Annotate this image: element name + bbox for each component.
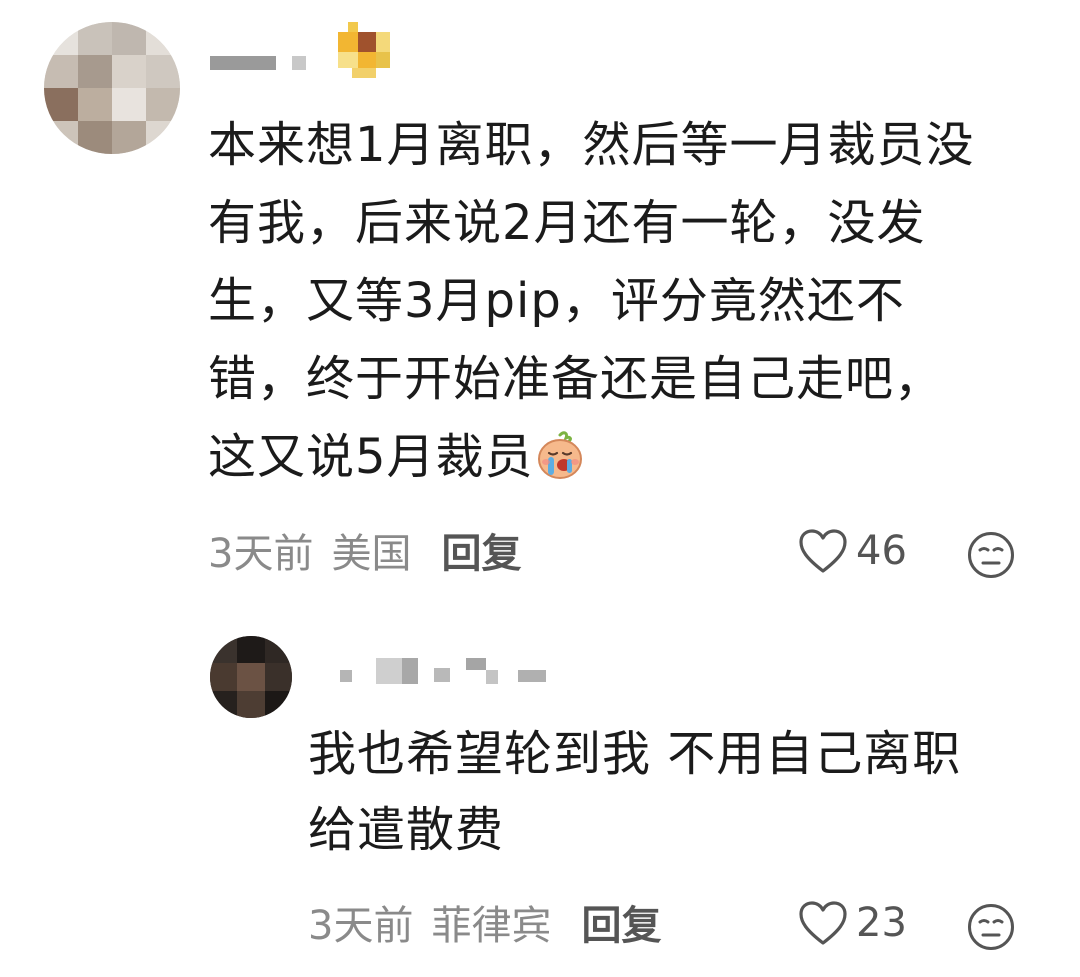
avatar[interactable] xyxy=(44,22,180,154)
reply-location: 菲律宾 xyxy=(431,903,552,949)
reply-avatar[interactable] xyxy=(210,636,292,718)
comment-time: 3天前 xyxy=(208,531,314,577)
reply-like-button[interactable]: 23 xyxy=(798,900,907,946)
like-count: 46 xyxy=(856,528,907,574)
reply-like-count: 23 xyxy=(856,900,907,946)
comment-line: 生，又等3月pip，评分竟然还不 xyxy=(208,273,905,329)
reply-username[interactable] xyxy=(340,652,570,692)
reply-line: 我也希望轮到我 不用自己离职 xyxy=(308,726,962,782)
comment-line: 有我，后来说2月还有一轮，没发 xyxy=(208,195,926,251)
crying-face-emoji xyxy=(534,426,586,479)
heart-outline-icon xyxy=(799,529,847,573)
comment-text: 本来想1月离职，然后等一月裁员没 有我，后来说2月还有一轮，没发 生，又等3月p… xyxy=(208,106,1058,496)
comment-location: 美国 xyxy=(331,531,412,577)
reply-text: 我也希望轮到我 不用自己离职 给遣散费 xyxy=(308,716,1048,868)
badge-icon xyxy=(338,22,390,78)
reply-meta: 3天前 菲律宾 回复 xyxy=(308,902,661,950)
reply-line: 给遣散费 xyxy=(308,802,505,858)
comment-line: 错，终于开始准备还是自己走吧， xyxy=(208,351,944,407)
comment-meta: 3天前 美国 回复 xyxy=(208,530,521,578)
reply-dislike-button[interactable] xyxy=(966,902,1016,956)
reply-button[interactable]: 回复 xyxy=(441,530,521,578)
like-button[interactable]: 46 xyxy=(798,528,907,574)
reply-reply-button[interactable]: 回复 xyxy=(581,902,661,950)
dislike-button[interactable] xyxy=(966,530,1016,584)
neutral-face-icon xyxy=(968,904,1014,950)
heart-outline-icon xyxy=(799,901,847,945)
comment-line: 本来想1月离职，然后等一月裁员没 xyxy=(208,117,975,173)
reply-time: 3天前 xyxy=(308,903,414,949)
comment-line-last: 这又说5月裁员 xyxy=(208,418,1058,496)
username[interactable] xyxy=(210,56,310,72)
neutral-face-icon xyxy=(968,532,1014,578)
